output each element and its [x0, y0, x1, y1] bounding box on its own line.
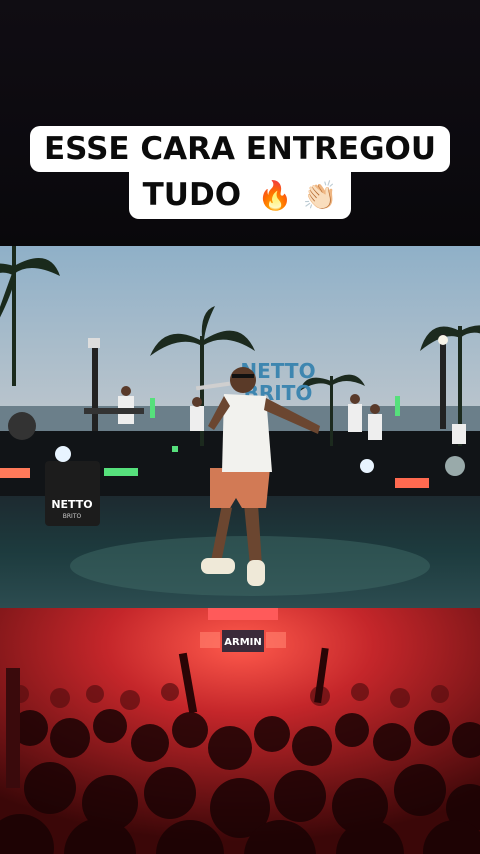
screen-text: ARMIN — [224, 637, 261, 648]
caption-box: ESSE CARA ENTREGOU TUDO 🔥 👏🏻 — [0, 126, 480, 219]
svg-text:BRITO: BRITO — [63, 513, 82, 520]
caption-text-1: ESSE CARA ENTREGOU — [43, 131, 437, 167]
fire-clap-emoji: 🔥 👏🏻 — [257, 179, 338, 212]
stage-photo: NETTO BRITO NETTO BRITO — [0, 246, 480, 608]
caption-line-2: TUDO 🔥 👏🏻 — [128, 172, 352, 219]
caption-line-1: ESSE CARA ENTREGOU — [29, 126, 451, 172]
caption-text-2: TUDO — [142, 177, 242, 213]
speaker-box: NETTO BRITO — [45, 461, 100, 526]
crowd-photo: ARMIN — [0, 608, 480, 854]
svg-text:NETTO: NETTO — [51, 498, 92, 511]
